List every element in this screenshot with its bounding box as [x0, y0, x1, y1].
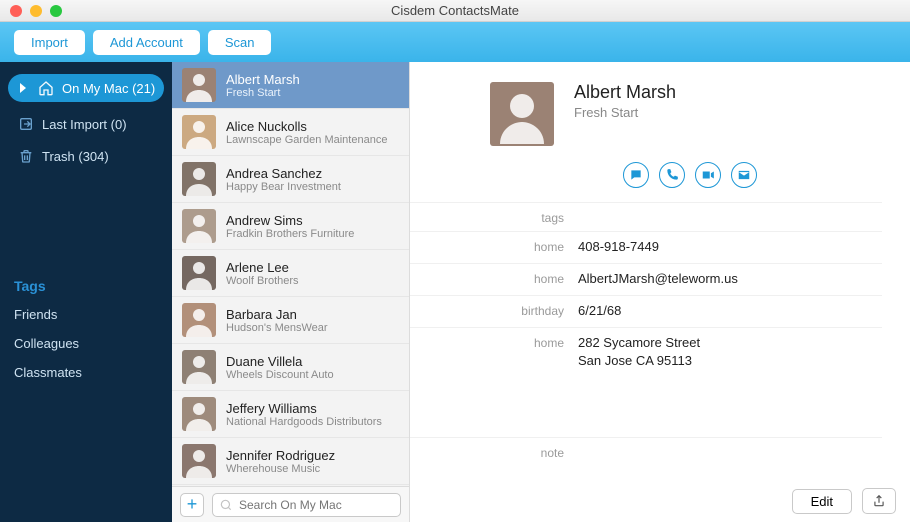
disclosure-triangle-icon — [20, 83, 26, 93]
contact-name: Jeffery Williams — [226, 401, 382, 416]
contact-company: Fresh Start — [226, 87, 300, 99]
field-label: home — [410, 270, 578, 286]
avatar — [182, 444, 216, 478]
contact-name: Jennifer Rodriguez — [226, 448, 335, 463]
titlebar: Cisdem ContactsMate — [0, 0, 910, 22]
contact-name: Barbara Jan — [226, 307, 328, 322]
share-button[interactable] — [862, 488, 896, 514]
contact-name: Andrew Sims — [226, 213, 354, 228]
contact-company: Happy Bear Investment — [226, 181, 341, 193]
avatar — [182, 68, 216, 102]
field-label: home — [410, 334, 578, 350]
contact-company: Woolf Brothers — [226, 275, 299, 287]
detail-footer: Edit — [792, 488, 896, 514]
tag-classmates[interactable]: Classmates — [0, 358, 172, 387]
sidebar-item-last-import[interactable]: Last Import (0) — [0, 108, 172, 140]
field-row: birthday6/21/68 — [410, 295, 882, 327]
detail-actions — [410, 162, 910, 188]
search-icon — [219, 498, 233, 512]
contact-row[interactable]: Andrea SanchezHappy Bear Investment — [172, 156, 409, 203]
field-value: 408-918-7449 — [578, 238, 659, 257]
search-field[interactable] — [212, 493, 401, 517]
field-row: homeAlbertJMarsh@teleworm.us — [410, 263, 882, 295]
field-row: home408-918-7449 — [410, 231, 882, 263]
field-label: tags — [410, 209, 578, 225]
phone-button[interactable] — [659, 162, 685, 188]
contact-company: Hudson's MensWear — [226, 322, 328, 334]
contact-list-column: Albert MarshFresh StartAlice NuckollsLaw… — [172, 62, 410, 522]
field-label: birthday — [410, 302, 578, 318]
contact-list[interactable]: Albert MarshFresh StartAlice NuckollsLaw… — [172, 62, 409, 486]
field-value: 282 Sycamore StreetSan Jose CA 95113 — [578, 334, 700, 372]
detail-fields: tagshome408-918-7449homeAlbertJMarsh@tel… — [410, 198, 910, 486]
contact-row[interactable]: Arlene LeeWoolf Brothers — [172, 250, 409, 297]
sidebar-item-on-my-mac[interactable]: On My Mac (21) — [8, 74, 164, 102]
contact-name: Duane Villela — [226, 354, 334, 369]
tag-friends[interactable]: Friends — [0, 300, 172, 329]
detail-company: Fresh Start — [574, 105, 676, 120]
contact-name: Arlene Lee — [226, 260, 299, 275]
field-value: 6/21/68 — [578, 302, 621, 321]
home-icon — [38, 80, 54, 96]
contact-row[interactable]: Albert MarshFresh Start — [172, 62, 409, 109]
avatar — [182, 303, 216, 337]
contact-row[interactable]: Jennifer RodriguezWherehouse Music — [172, 438, 409, 485]
contact-row[interactable]: Alice NuckollsLawnscape Garden Maintenan… — [172, 109, 409, 156]
contact-company: Lawnscape Garden Maintenance — [226, 134, 387, 146]
contact-company: Wheels Discount Auto — [226, 369, 334, 381]
field-row: home282 Sycamore StreetSan Jose CA 95113 — [410, 327, 882, 378]
contact-row[interactable]: Andrew SimsFradkin Brothers Furniture — [172, 203, 409, 250]
field-value: AlbertJMarsh@teleworm.us — [578, 270, 738, 289]
sidebar-tags-header: Tags — [0, 268, 172, 300]
toolbar: Import Add Account Scan — [0, 22, 910, 62]
contact-name: Andrea Sanchez — [226, 166, 341, 181]
detail-header: Albert Marsh Fresh Start — [410, 62, 910, 152]
contact-row[interactable]: Barbara JanHudson's MensWear — [172, 297, 409, 344]
contact-company: Wherehouse Music — [226, 463, 335, 475]
contact-company: National Hardgoods Distributors — [226, 416, 382, 428]
import-icon — [18, 116, 34, 132]
field-row: note — [410, 437, 882, 466]
field-label: home — [410, 238, 578, 254]
sidebar-item-label: Trash (304) — [42, 149, 109, 164]
contact-company: Fradkin Brothers Furniture — [226, 228, 354, 240]
avatar — [182, 115, 216, 149]
video-button[interactable] — [695, 162, 721, 188]
contact-row[interactable]: Duane VillelaWheels Discount Auto — [172, 344, 409, 391]
contact-name: Albert Marsh — [226, 72, 300, 87]
edit-button[interactable]: Edit — [792, 489, 852, 514]
sidebar-item-label: On My Mac (21) — [62, 81, 155, 96]
contact-detail: Albert Marsh Fresh Start tagshome408-918… — [410, 62, 910, 522]
avatar — [182, 209, 216, 243]
add-contact-button[interactable]: + — [180, 493, 204, 517]
field-row: tags — [410, 202, 882, 231]
message-button[interactable] — [623, 162, 649, 188]
trash-icon — [18, 148, 34, 164]
contact-photo[interactable] — [490, 82, 554, 146]
sidebar-groups: On My Mac (21) Last Import (0) Trash (30… — [0, 62, 172, 178]
tag-colleagues[interactable]: Colleagues — [0, 329, 172, 358]
sidebar-item-label: Last Import (0) — [42, 117, 127, 132]
avatar — [182, 256, 216, 290]
scan-button[interactable]: Scan — [208, 30, 272, 55]
contact-name: Alice Nuckolls — [226, 119, 387, 134]
sidebar: On My Mac (21) Last Import (0) Trash (30… — [0, 62, 172, 522]
detail-name: Albert Marsh — [574, 82, 676, 103]
contact-list-footer: + — [172, 486, 409, 522]
contact-row[interactable]: Jeffery WilliamsNational Hardgoods Distr… — [172, 391, 409, 438]
mail-button[interactable] — [731, 162, 757, 188]
avatar — [182, 397, 216, 431]
window-title: Cisdem ContactsMate — [0, 3, 910, 18]
search-input[interactable] — [239, 498, 394, 512]
import-button[interactable]: Import — [14, 30, 85, 55]
add-account-button[interactable]: Add Account — [93, 30, 200, 55]
sidebar-item-trash[interactable]: Trash (304) — [0, 140, 172, 172]
field-label: note — [410, 444, 578, 460]
avatar — [182, 350, 216, 384]
avatar — [182, 162, 216, 196]
